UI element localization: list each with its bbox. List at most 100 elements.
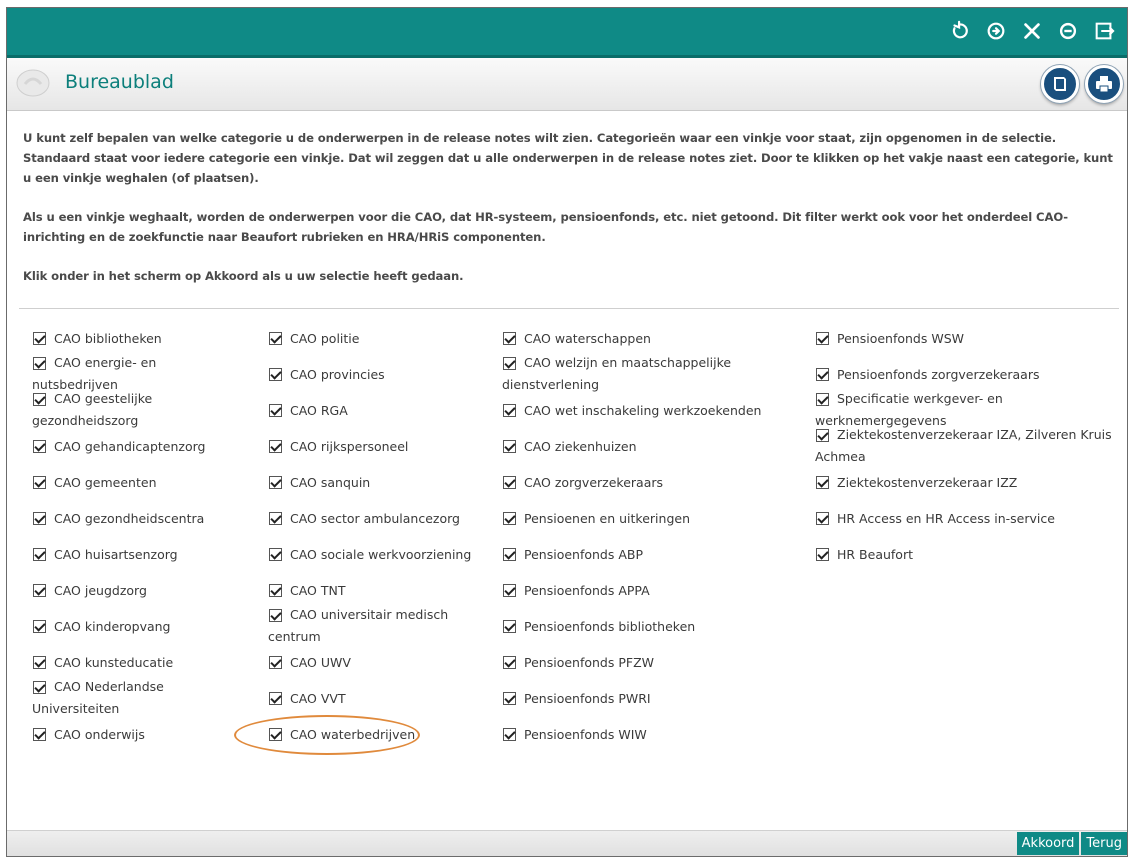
checklist-item[interactable]: HR Access en HR Access in-service <box>816 501 1116 536</box>
checklist-item[interactable]: Pensioenen en uitkeringen <box>503 501 816 536</box>
checkbox-checked[interactable] <box>33 440 46 453</box>
minus-circle-icon[interactable] <box>1053 16 1083 46</box>
checklist-item[interactable]: Ziektekostenverzekeraar IZZ <box>816 465 1116 500</box>
checklist-label-line: CAO onderwijs <box>54 726 145 742</box>
checkbox-checked[interactable] <box>503 728 516 741</box>
checkbox-checked[interactable] <box>503 332 516 345</box>
checkbox-checked[interactable] <box>816 393 829 406</box>
checklist-item[interactable]: CAO TNT <box>269 573 503 608</box>
checklist-item[interactable]: Pensioenfonds WSW <box>816 321 1116 356</box>
checklist-item[interactable]: Ziektekostenverzekeraar IZA, Zilveren Kr… <box>815 427 1116 464</box>
checklist-item[interactable]: Pensioenfonds zorgverzekeraars <box>816 357 1116 392</box>
checkbox-checked[interactable] <box>33 476 46 489</box>
checklist-item[interactable]: Pensioenfonds ABP <box>503 537 816 572</box>
checklist-item[interactable]: CAO kinderopvang <box>33 609 269 644</box>
checklist-item[interactable]: CAO onderwijs <box>33 717 269 752</box>
checklist-item[interactable]: CAO huisartsenzorg <box>33 537 269 572</box>
checklist-item[interactable]: CAO waterschappen <box>503 321 816 356</box>
book-icon[interactable] <box>1041 65 1079 103</box>
checklist-label-line: CAO rijkspersoneel <box>290 438 409 454</box>
checklist-item[interactable]: CAO waterbedrijven <box>269 717 503 752</box>
tools-icon[interactable] <box>1017 16 1047 46</box>
checkbox-checked[interactable] <box>816 368 829 381</box>
checkbox-checked[interactable] <box>269 368 282 381</box>
checkbox-checked[interactable] <box>816 429 829 442</box>
checklist-item[interactable]: CAO geestelijke gezondheidszorg <box>32 391 269 428</box>
checklist-item[interactable]: Pensioenfonds PFZW <box>503 645 816 680</box>
checkbox-checked[interactable] <box>33 728 46 741</box>
checkbox-checked[interactable] <box>33 584 46 597</box>
checklist-item[interactable]: HR Beaufort <box>816 537 1116 572</box>
checklist-item[interactable]: CAO kunsteducatie <box>33 645 269 680</box>
checklist-item[interactable]: CAO jeugdzorg <box>33 573 269 608</box>
logout-icon[interactable] <box>1089 16 1119 46</box>
checkbox-checked[interactable] <box>503 620 516 633</box>
checklist-item[interactable]: Pensioenfonds bibliotheken <box>503 609 816 644</box>
checkbox-checked[interactable] <box>269 584 282 597</box>
checklist-label: Pensioenfonds WSW <box>837 330 964 348</box>
checkbox-checked[interactable] <box>269 476 282 489</box>
checkbox-checked[interactable] <box>269 512 282 525</box>
checkbox-checked[interactable] <box>269 728 282 741</box>
checkbox-checked[interactable] <box>503 357 516 370</box>
checkbox-checked[interactable] <box>33 656 46 669</box>
checklist-item[interactable]: CAO wet inschakeling werkzoekenden <box>503 393 816 428</box>
checklist-item[interactable]: CAO UWV <box>269 645 503 680</box>
checkbox-checked[interactable] <box>33 681 46 694</box>
checkbox-checked[interactable] <box>269 332 282 345</box>
checkbox-checked[interactable] <box>503 512 516 525</box>
checkbox-checked[interactable] <box>33 393 46 406</box>
checkbox-checked[interactable] <box>503 656 516 669</box>
checkbox-checked[interactable] <box>816 548 829 561</box>
checkbox-checked[interactable] <box>816 332 829 345</box>
checklist-item[interactable]: Pensioenfonds PWRI <box>503 681 816 716</box>
checklist-item[interactable]: Pensioenfonds WIW <box>503 717 816 752</box>
checklist-label-line: Specificatie werkgever- en <box>837 391 1003 406</box>
checkbox-checked[interactable] <box>33 512 46 525</box>
checklist-item[interactable]: CAO sector ambulancezorg <box>269 501 503 536</box>
checklist-item[interactable]: CAO RGA <box>269 393 503 428</box>
checkbox-checked[interactable] <box>503 476 516 489</box>
checkbox-checked[interactable] <box>503 404 516 417</box>
checklist-item[interactable]: CAO zorgverzekeraars <box>503 465 816 500</box>
checkbox-checked[interactable] <box>503 584 516 597</box>
checklist-item[interactable]: CAO sociale werkvoorziening <box>269 537 503 572</box>
checkbox-checked[interactable] <box>503 548 516 561</box>
checkbox-checked[interactable] <box>33 357 46 370</box>
checklist-item[interactable]: CAO sanquin <box>269 465 503 500</box>
checklist-item[interactable]: CAO gemeenten <box>33 465 269 500</box>
checkbox-checked[interactable] <box>33 332 46 345</box>
checkbox-checked[interactable] <box>33 620 46 633</box>
checklist-item[interactable]: CAO universitair medisch centrum <box>268 607 503 644</box>
checkbox-checked[interactable] <box>269 404 282 417</box>
checkbox-checked[interactable] <box>269 548 282 561</box>
checklist-item[interactable]: CAO gehandicaptenzorg <box>33 429 269 464</box>
refresh-icon[interactable] <box>945 16 975 46</box>
checklist-item[interactable]: CAO welzijn en maatschappelijke dienstver… <box>502 355 816 392</box>
forward-icon[interactable] <box>981 16 1011 46</box>
checklist-item[interactable]: CAO gezondheidscentra <box>33 501 269 536</box>
checkbox-checked[interactable] <box>269 692 282 705</box>
checklist-item[interactable]: CAO VVT <box>269 681 503 716</box>
terug-button[interactable]: Terug <box>1081 832 1127 855</box>
checklist-item[interactable]: CAO Nederlandse Universiteiten <box>32 679 269 716</box>
akkoord-button[interactable]: Akkoord <box>1016 832 1080 855</box>
checkbox-checked[interactable] <box>503 692 516 705</box>
checkbox-checked[interactable] <box>269 440 282 453</box>
checklist-item[interactable]: CAO provincies <box>269 357 503 392</box>
checkbox-checked[interactable] <box>269 609 282 622</box>
checklist-item[interactable]: Specificatie werkgever- en werknemergegev… <box>815 391 1116 428</box>
empty-cell <box>816 609 1116 644</box>
checkbox-checked[interactable] <box>816 476 829 489</box>
checklist-item[interactable]: CAO bibliotheken <box>33 321 269 356</box>
checkbox-checked[interactable] <box>816 512 829 525</box>
checkbox-checked[interactable] <box>33 548 46 561</box>
print-icon[interactable] <box>1085 65 1123 103</box>
checklist-item[interactable]: CAO ziekenhuizen <box>503 429 816 464</box>
checkbox-checked[interactable] <box>269 656 282 669</box>
checklist-item[interactable]: CAO rijkspersoneel <box>269 429 503 464</box>
checklist-item[interactable]: Pensioenfonds APPA <box>503 573 816 608</box>
checklist-item[interactable]: CAO energie- en nutsbedrijven <box>32 355 269 392</box>
checklist-item[interactable]: CAO politie <box>269 321 503 356</box>
checkbox-checked[interactable] <box>503 440 516 453</box>
